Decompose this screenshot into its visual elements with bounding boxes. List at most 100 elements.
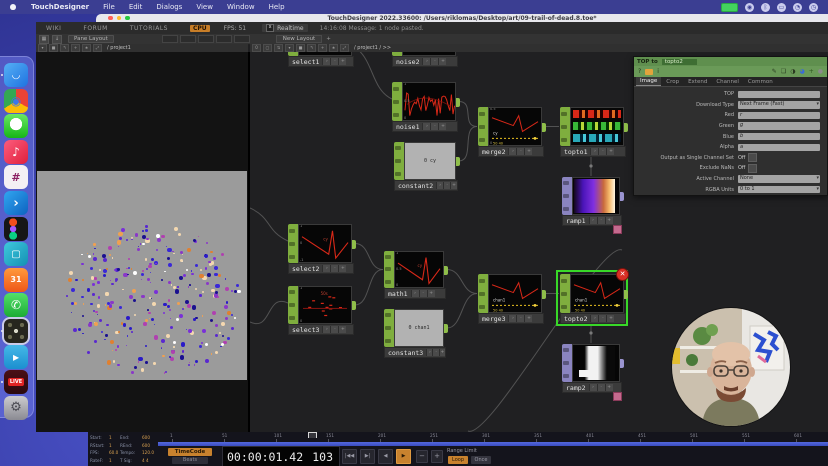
toolbar-link-wiki[interactable]: WIKI <box>46 25 61 32</box>
input-connector[interactable] <box>479 292 485 296</box>
node-flag-button-1[interactable]: › <box>422 58 430 65</box>
node-name-bar[interactable]: noise1›·+ <box>392 121 458 132</box>
parameter-panel-header[interactable]: TOP to topto2 <box>634 57 827 66</box>
realtime-toggle[interactable]: xRealtime <box>262 24 308 32</box>
input-connector[interactable] <box>561 292 567 296</box>
input-connector[interactable] <box>563 207 569 211</box>
left-pathbar-button-5[interactable]: ★ <box>82 44 91 52</box>
node-viewer[interactable] <box>572 344 620 382</box>
node-viewer[interactable]: 50s10 <box>298 286 352 324</box>
once-button[interactable]: Once <box>471 456 491 464</box>
node-name-bar[interactable]: constant2›·+ <box>394 180 458 191</box>
input-connector[interactable] <box>395 146 401 150</box>
node-ramp2[interactable]: ramp2›·+ <box>562 344 620 382</box>
input-connector[interactable] <box>563 348 569 352</box>
node-select2[interactable]: cy10-1select2›·+ <box>288 224 352 263</box>
param-dropdown[interactable]: 0 to 1▾ <box>738 186 820 194</box>
input-connector[interactable] <box>289 229 295 233</box>
right-pathbar-button-2[interactable]: ■ <box>296 44 305 52</box>
node-input-connectors[interactable] <box>478 274 488 313</box>
node-flag-button-3[interactable]: + <box>605 217 613 224</box>
node-viewer[interactable]: 10.50 <box>402 82 456 121</box>
node-flag-button-1[interactable]: › <box>589 217 597 224</box>
right-pane-path[interactable]: / project1 / >> <box>354 45 391 51</box>
node-body[interactable]: 0 cy <box>394 142 456 180</box>
dock-icon-finder[interactable]: ◡ <box>4 63 28 87</box>
node-body[interactable]: 0 chan1 <box>384 309 444 347</box>
node-flag-button-3[interactable]: + <box>338 326 346 333</box>
node-flag-button-3[interactable]: + <box>606 148 614 155</box>
node-name-bar[interactable]: topto1›·+ <box>560 146 626 157</box>
play-forward-button[interactable]: ▶ <box>396 449 411 464</box>
output-connector[interactable] <box>542 290 546 299</box>
node-viewer[interactable]: cy50 400.50 <box>488 107 542 146</box>
node-flag-button-2[interactable]: · <box>330 58 338 65</box>
node-input-connectors[interactable] <box>288 224 298 263</box>
play-reverse-button[interactable]: ◀ <box>378 449 393 464</box>
node-name-bar[interactable]: select2›·+ <box>288 263 354 274</box>
input-connector[interactable] <box>561 305 567 309</box>
output-connector[interactable] <box>352 301 356 310</box>
output-connector[interactable] <box>620 192 624 201</box>
node-flag-button-3[interactable]: + <box>438 123 446 130</box>
node-select3[interactable]: 50s10select3›·+ <box>288 286 352 324</box>
input-connector[interactable] <box>289 316 295 320</box>
node-flag-button-1[interactable]: › <box>436 182 443 189</box>
node-flag-button-2[interactable]: · <box>330 265 338 272</box>
right-pathbar-view-button-2[interactable]: ▢ <box>263 44 272 52</box>
input-connector[interactable] <box>289 255 295 259</box>
dock-icon-telegram[interactable]: ▸ <box>4 345 28 369</box>
input-connector[interactable] <box>395 159 401 163</box>
left-pathbar-button-6[interactable]: ⤢ <box>93 44 102 52</box>
node-input-connectors[interactable] <box>560 107 570 146</box>
node-input-connectors[interactable] <box>562 177 572 215</box>
node-input-connectors[interactable] <box>384 251 394 288</box>
particle-viewer[interactable] <box>37 171 247 380</box>
apple-logo-icon[interactable] <box>10 4 16 10</box>
node-flag-button-2[interactable]: · <box>430 123 438 130</box>
node-flag-button-2[interactable]: · <box>516 315 524 322</box>
playhead-marker[interactable] <box>308 432 317 438</box>
menu-item-file[interactable]: File <box>96 3 122 11</box>
node-constant2[interactable]: 0 cyconstant2›·+ <box>394 142 456 180</box>
output-connector[interactable] <box>444 266 448 275</box>
node-select1[interactable]: select1›·+ <box>288 52 352 56</box>
input-connector[interactable] <box>395 172 401 176</box>
node-topto1[interactable]: topto1›·+ <box>560 107 624 146</box>
node-body[interactable]: 10.50 <box>392 82 456 121</box>
node-name-bar[interactable]: select1›·+ <box>288 56 354 67</box>
node-flag-button-2[interactable]: · <box>516 148 524 155</box>
node-flag-button-2[interactable]: · <box>443 182 450 189</box>
pane-layout-button[interactable]: Pane Layout <box>68 35 114 43</box>
param-tab-channel[interactable]: Channel <box>712 78 743 86</box>
menu-item-help[interactable]: Help <box>262 3 292 11</box>
param-field[interactable]: g <box>738 122 820 130</box>
help-icon[interactable]: ? <box>638 68 641 75</box>
input-connector[interactable] <box>563 181 569 185</box>
node-flag-button-3[interactable]: + <box>524 315 532 322</box>
node-flag-button-3[interactable]: + <box>338 58 346 65</box>
node-math1[interactable]: cy10.50math1›·+ <box>384 251 444 288</box>
comment-badge[interactable] <box>613 392 622 401</box>
input-connector[interactable] <box>563 194 569 198</box>
step-back-button[interactable]: − <box>416 450 428 463</box>
left-pathbar-button-1[interactable]: ▾ <box>38 44 47 52</box>
node-flag-button-2[interactable]: · <box>598 315 606 322</box>
node-flag-button-2[interactable]: · <box>430 58 438 65</box>
param-tab-common[interactable]: Common <box>744 78 777 86</box>
node-merge2[interactable]: cy50 400.50merge2›·+ <box>478 107 542 146</box>
node-flag-button-3[interactable]: + <box>439 349 445 356</box>
dock-icon-live[interactable]: LIVE <box>4 370 28 394</box>
toggle-box[interactable] <box>748 164 757 173</box>
left-pane-path[interactable]: / project1 <box>107 45 131 51</box>
input-connector[interactable] <box>385 313 391 317</box>
node-name-bar[interactable]: topto2›·+ <box>560 313 626 324</box>
node-input-connectors[interactable] <box>394 142 404 180</box>
node-flag-button-1[interactable]: › <box>411 290 419 297</box>
step-forward-button[interactable]: + <box>431 450 443 463</box>
node-flag-button-1[interactable]: › <box>589 384 597 391</box>
output-connector[interactable] <box>624 123 628 132</box>
menu-item-dialogs[interactable]: Dialogs <box>149 3 189 11</box>
input-connector[interactable] <box>393 100 399 104</box>
node-body[interactable]: cy10-1 <box>288 224 352 263</box>
